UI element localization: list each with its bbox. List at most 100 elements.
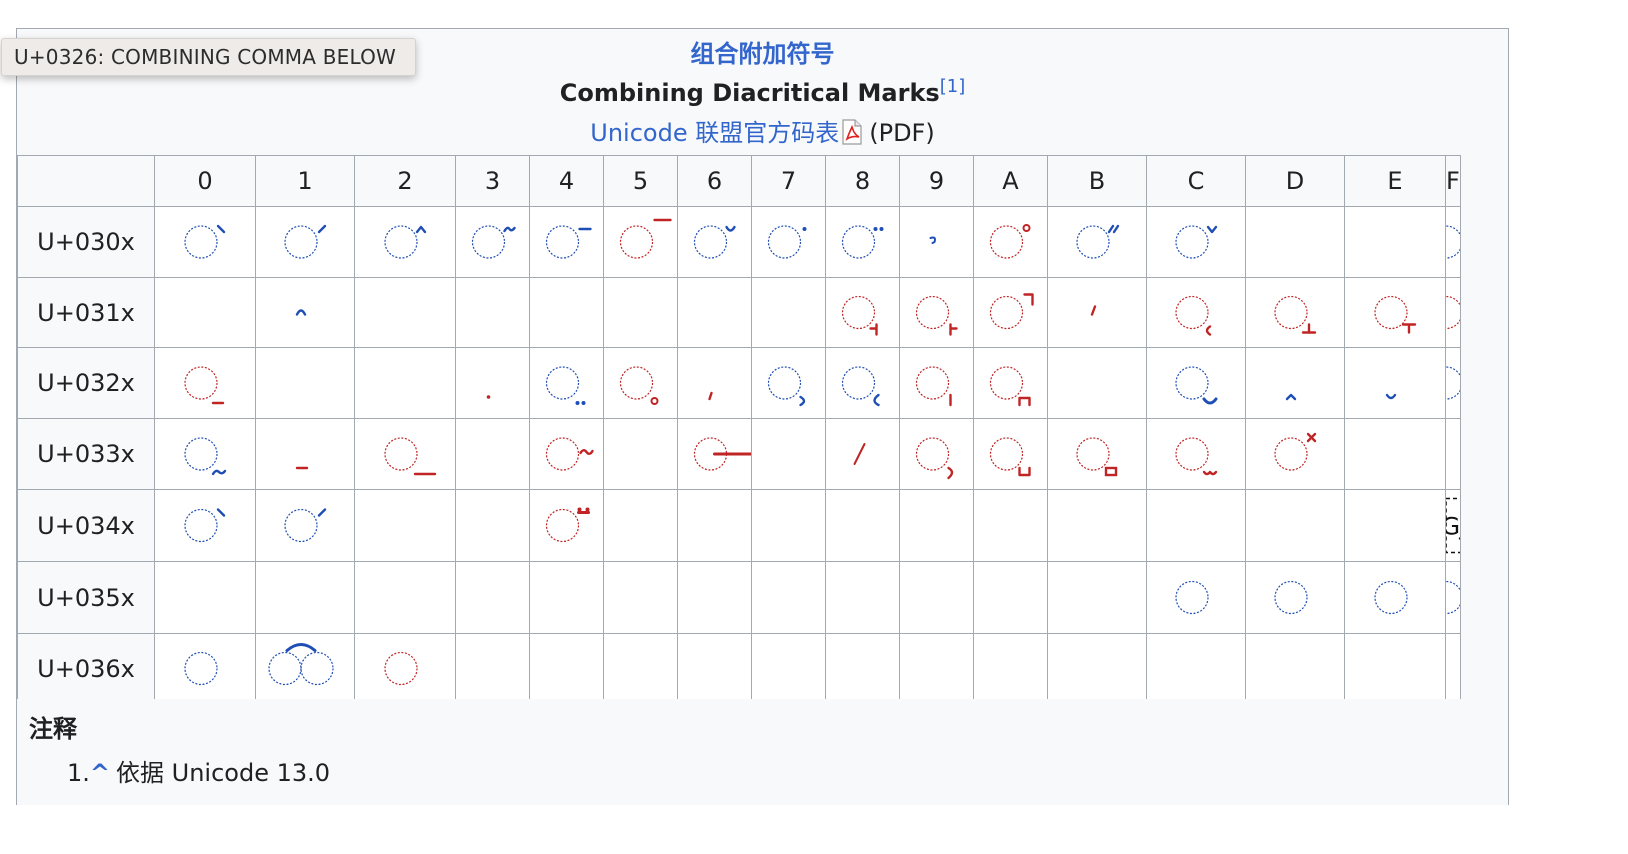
char-cell[interactable] (677, 418, 752, 490)
char-cell[interactable] (751, 206, 826, 278)
empty-cell (973, 561, 1048, 634)
empty-cell (1344, 489, 1446, 562)
char-cell[interactable] (825, 418, 900, 490)
combining-mark-glyph (268, 643, 334, 686)
char-cell[interactable] (354, 418, 456, 490)
char-cell[interactable] (1146, 347, 1246, 419)
row-header: U+033x (17, 418, 155, 490)
char-cell[interactable] (529, 418, 604, 490)
char-cell[interactable] (1344, 277, 1446, 348)
combining-mark-glyph (1446, 207, 1460, 259)
char-cell[interactable] (154, 347, 256, 419)
char-cell[interactable] (455, 206, 530, 278)
char-cell[interactable] (899, 418, 974, 490)
reference-link[interactable]: [1] (940, 76, 966, 97)
char-cell[interactable] (1047, 277, 1147, 348)
char-cell[interactable] (154, 206, 256, 278)
char-cell[interactable] (899, 277, 974, 348)
char-cell[interactable] (529, 489, 604, 562)
combining-mark-glyph (1274, 580, 1308, 615)
combining-mark-glyph (1274, 432, 1317, 471)
char-cell[interactable] (1245, 561, 1345, 634)
column-header: B (1047, 155, 1147, 207)
char-cell[interactable] (603, 206, 678, 278)
char-cell[interactable] (825, 347, 900, 419)
column-header: 1 (255, 155, 355, 207)
table-row: U+034x CGJ (17, 489, 1461, 562)
char-cell[interactable] (1146, 206, 1246, 278)
char-cell[interactable] (1245, 347, 1345, 419)
char-cell[interactable] (825, 277, 900, 348)
char-cell[interactable] (1445, 277, 1461, 348)
empty-cell (973, 489, 1048, 562)
char-cell[interactable] (899, 347, 974, 419)
char-cell[interactable] (255, 489, 355, 562)
char-cell[interactable] (825, 206, 900, 278)
char-cell[interactable] (973, 418, 1048, 490)
char-cell[interactable] (973, 277, 1048, 348)
char-cell[interactable] (154, 489, 256, 562)
char-cell[interactable] (1047, 206, 1147, 278)
char-cell[interactable] (603, 347, 678, 419)
char-cell[interactable] (1445, 206, 1461, 278)
char-cell[interactable] (1344, 561, 1446, 634)
combining-mark-glyph (471, 225, 516, 259)
empty-cell (1344, 206, 1446, 278)
empty-cell (455, 489, 530, 562)
char-cell[interactable] (677, 206, 752, 278)
combining-mark-glyph (693, 225, 736, 259)
char-cell[interactable] (255, 418, 355, 490)
char-cell[interactable] (1445, 347, 1461, 419)
combining-mark-glyph (184, 508, 226, 543)
char-cell[interactable] (1146, 418, 1246, 490)
char-cell[interactable] (973, 206, 1048, 278)
empty-cell (154, 277, 256, 348)
char-cell[interactable] (255, 277, 355, 348)
row-header: U+035x (17, 561, 155, 634)
char-cell[interactable] (751, 347, 826, 419)
empty-cell (825, 489, 900, 562)
table-row: U+035x (17, 561, 1461, 634)
empty-cell (1245, 633, 1345, 704)
char-cell[interactable] (154, 418, 256, 490)
empty-cell (751, 561, 826, 634)
char-cell[interactable] (354, 633, 456, 704)
char-cell[interactable] (455, 347, 530, 419)
empty-cell (1047, 347, 1147, 419)
char-cell[interactable] (1146, 277, 1246, 348)
back-link[interactable]: ^ (90, 759, 110, 787)
char-cell[interactable] (529, 347, 604, 419)
combining-mark-glyph (1285, 393, 1297, 401)
char-cell[interactable] (1445, 561, 1461, 634)
char-cell[interactable] (899, 206, 974, 278)
source-link[interactable]: Unicode 联盟官方码表 (590, 119, 839, 147)
empty-cell (1245, 489, 1345, 562)
char-cell[interactable] (255, 206, 355, 278)
combining-mark-glyph (295, 466, 309, 470)
char-cell[interactable] (1146, 561, 1246, 634)
empty-cell (751, 633, 826, 704)
char-cell[interactable] (1047, 418, 1147, 490)
char-cell[interactable] (154, 633, 256, 704)
combining-mark-glyph (929, 236, 936, 244)
combining-mark-glyph (915, 366, 952, 407)
empty-cell (455, 561, 530, 634)
empty-cell (1245, 206, 1345, 278)
char-cell[interactable] (677, 347, 752, 419)
char-cell[interactable] (1245, 277, 1345, 348)
combining-mark-glyph (384, 651, 418, 686)
combining-mark-glyph (841, 295, 878, 336)
char-cell[interactable] (354, 206, 456, 278)
char-cell[interactable] (529, 206, 604, 278)
row-header: U+032x (17, 347, 155, 419)
char-cell[interactable]: CGJ (1445, 489, 1461, 562)
char-cell[interactable] (255, 633, 355, 704)
combining-mark-glyph (619, 366, 659, 405)
empty-cell (899, 561, 974, 634)
column-header: 6 (677, 155, 752, 207)
char-cell[interactable] (1344, 347, 1446, 419)
char-cell[interactable] (1245, 418, 1345, 490)
char-cell[interactable] (973, 347, 1048, 419)
column-header-row: 0123456789ABCDEF (17, 155, 1461, 207)
combining-mark-glyph (1175, 295, 1212, 336)
